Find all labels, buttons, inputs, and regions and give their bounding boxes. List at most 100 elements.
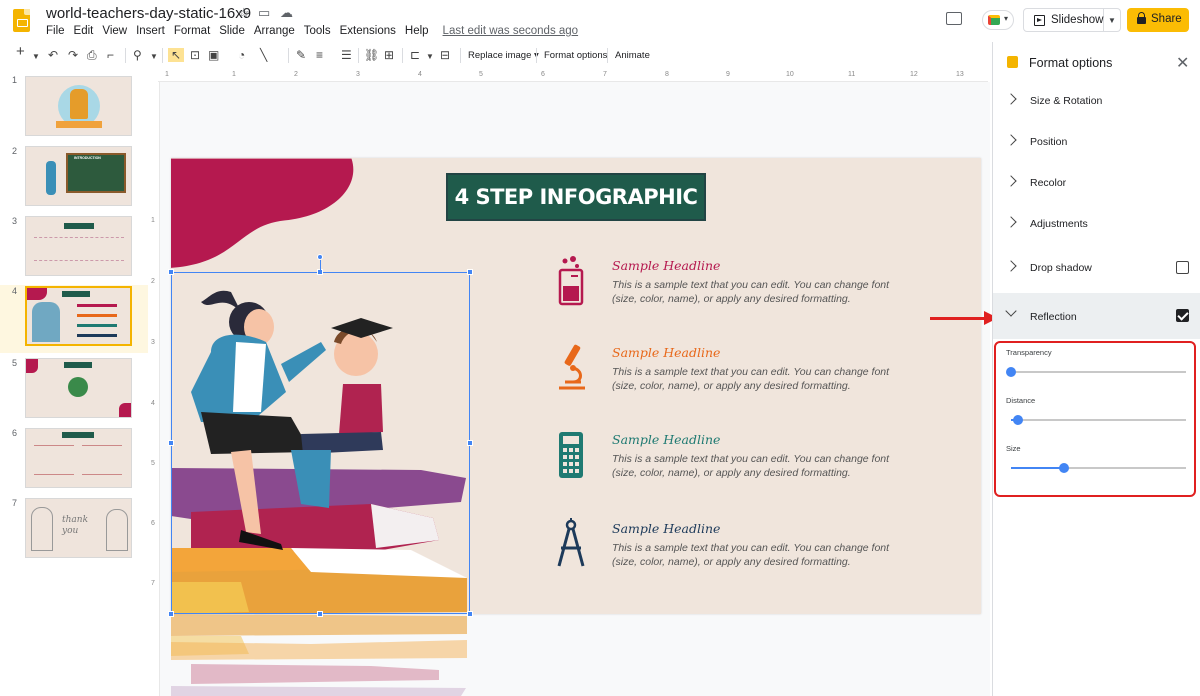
menu-edit[interactable]: Edit xyxy=(74,25,94,37)
cloud-status-icon[interactable]: ☁ xyxy=(280,5,293,21)
chevron-right-icon xyxy=(1005,93,1017,105)
menu-slide[interactable]: Slide xyxy=(219,25,245,37)
corner-blob-shape[interactable] xyxy=(171,158,361,278)
close-icon[interactable]: ✕ xyxy=(1176,53,1189,73)
link-icon[interactable]: ⛓ xyxy=(364,48,379,62)
menu-extensions[interactable]: Extensions xyxy=(340,25,396,37)
border-weight-icon[interactable]: ≡ xyxy=(316,48,323,62)
meet-icon xyxy=(988,15,1000,25)
format-options-button[interactable]: Format options xyxy=(544,50,607,61)
menu-tools[interactable]: Tools xyxy=(304,25,331,37)
step3-headline[interactable]: Sample Headline xyxy=(612,432,720,447)
zoom-icon[interactable]: ⚲ xyxy=(133,48,142,62)
slide-thumbnail-1[interactable] xyxy=(25,76,132,136)
slide-title[interactable]: 4 STEP INFOGRAPHIC xyxy=(446,173,706,221)
menu-format[interactable]: Format xyxy=(174,25,210,37)
select-tool-icon[interactable]: ↖ xyxy=(168,48,185,62)
menu-view[interactable]: View xyxy=(102,25,127,37)
last-edit-link[interactable]: Last edit was seconds ago xyxy=(443,25,579,37)
line-icon[interactable]: ╲ xyxy=(260,48,267,62)
section-label: Adjustments xyxy=(1030,218,1088,230)
step2-headline[interactable]: Sample Headline xyxy=(612,345,720,360)
paint-format-icon[interactable]: ⌐ xyxy=(107,48,114,62)
border-dash-icon[interactable]: ☰ xyxy=(341,48,352,62)
document-title[interactable]: world-teachers-day-static-16x9 xyxy=(46,5,251,22)
slides-logo-icon[interactable] xyxy=(13,9,30,32)
rotate-handle[interactable] xyxy=(317,254,323,260)
add-comment-icon[interactable]: ⊞ xyxy=(384,48,394,62)
section-size-rotation[interactable]: Size & Rotation xyxy=(993,82,1200,123)
slide-thumbnail-3[interactable] xyxy=(25,216,132,276)
distance-slider[interactable] xyxy=(1011,415,1186,425)
slide-thumbnail-2[interactable]: INTRODUCTION xyxy=(25,146,132,206)
slideshow-button[interactable]: Slideshow xyxy=(1023,8,1104,32)
size-label: Size xyxy=(1006,444,1021,453)
zoom-dropdown-icon[interactable]: ▼ xyxy=(150,50,158,64)
slide-filmstrip: 1 2 INTRODUCTION 3 4 5 6 7 thank you xyxy=(0,70,148,696)
menu-file[interactable]: File xyxy=(46,25,65,37)
menu-arrange[interactable]: Arrange xyxy=(254,25,295,37)
slider-knob[interactable] xyxy=(1058,463,1069,473)
resize-handle-sw[interactable] xyxy=(168,611,174,617)
shape-icon[interactable]: ◔ xyxy=(238,48,245,62)
section-drop-shadow[interactable]: Drop shadow xyxy=(993,249,1200,290)
image-selection-box[interactable] xyxy=(171,272,470,614)
rotate-handle-line xyxy=(320,258,321,272)
format-options-panel: Format options ✕ Size & Rotation Positio… xyxy=(992,42,1200,696)
slideshow-dropdown[interactable]: ▼ xyxy=(1104,8,1121,32)
step1-body[interactable]: This is a sample text that you can edit.… xyxy=(612,278,897,306)
resize-handle-ne[interactable] xyxy=(467,269,473,275)
slide-thumbnail-5[interactable] xyxy=(25,358,132,418)
meet-button[interactable]: ▾ xyxy=(982,10,1014,30)
section-reflection[interactable]: Reflection xyxy=(993,293,1200,339)
new-slide-icon[interactable]: + xyxy=(16,44,25,59)
slider-knob[interactable] xyxy=(1013,415,1023,425)
menu-help[interactable]: Help xyxy=(405,25,429,37)
slide-number: 2 xyxy=(12,146,18,156)
transparency-label: Transparency xyxy=(1006,348,1052,357)
step3-body[interactable]: This is a sample text that you can edit.… xyxy=(612,452,897,480)
transparency-slider[interactable] xyxy=(1006,367,1186,377)
step2-body[interactable]: This is a sample text that you can edit.… xyxy=(612,365,897,393)
slide-thumbnail-7[interactable]: thank you xyxy=(25,498,132,558)
step4-body[interactable]: This is a sample text that you can edit.… xyxy=(612,541,897,569)
microscope-icon xyxy=(559,344,585,390)
new-slide-dropdown-icon[interactable]: ▼ xyxy=(32,50,40,64)
comment-history-icon[interactable] xyxy=(946,12,962,25)
section-adjustments[interactable]: Adjustments xyxy=(993,205,1200,246)
reflection-checkbox[interactable] xyxy=(1176,309,1189,322)
size-slider[interactable] xyxy=(1011,463,1186,473)
slider-knob[interactable] xyxy=(1006,367,1016,377)
step4-headline[interactable]: Sample Headline xyxy=(612,521,720,536)
resize-handle-s[interactable] xyxy=(317,611,323,617)
share-button[interactable]: Share xyxy=(1127,8,1189,32)
reset-image-icon[interactable]: ⊟ xyxy=(440,48,450,62)
textbox-icon[interactable]: ⊡ xyxy=(190,48,200,62)
drop-shadow-checkbox[interactable] xyxy=(1176,261,1189,274)
border-color-icon[interactable]: ✎ xyxy=(296,48,306,62)
section-label: Position xyxy=(1030,136,1068,148)
crop-icon[interactable]: ⊏ xyxy=(410,48,420,62)
resize-handle-e[interactable] xyxy=(467,440,473,446)
slide-thumbnail-6[interactable] xyxy=(25,428,132,488)
resize-handle-w[interactable] xyxy=(168,440,174,446)
slide-thumbnail-4[interactable] xyxy=(25,286,132,346)
move-folder-icon[interactable]: ▭ xyxy=(258,5,270,21)
animate-button[interactable]: Animate xyxy=(615,50,650,61)
print-icon[interactable]: ⎙ xyxy=(87,48,97,62)
chevron-down-icon xyxy=(1005,305,1017,317)
step1-headline[interactable]: Sample Headline xyxy=(612,258,720,273)
replace-image-button[interactable]: Replace image ▾ xyxy=(468,50,539,61)
section-recolor[interactable]: Recolor xyxy=(993,164,1200,205)
mask-dropdown-icon[interactable]: ▼ xyxy=(426,50,434,64)
resize-handle-nw[interactable] xyxy=(168,269,174,275)
section-position[interactable]: Position xyxy=(993,123,1200,164)
ruler-tick: 12 xyxy=(910,71,918,78)
undo-icon[interactable]: ↶ xyxy=(48,48,58,62)
redo-icon[interactable]: ↷ xyxy=(68,48,78,62)
star-icon[interactable]: ☆ xyxy=(238,5,250,21)
menu-insert[interactable]: Insert xyxy=(136,25,165,37)
resize-handle-se[interactable] xyxy=(467,611,473,617)
chevron-right-icon xyxy=(1005,260,1017,272)
image-icon[interactable]: ▣ xyxy=(208,48,219,62)
